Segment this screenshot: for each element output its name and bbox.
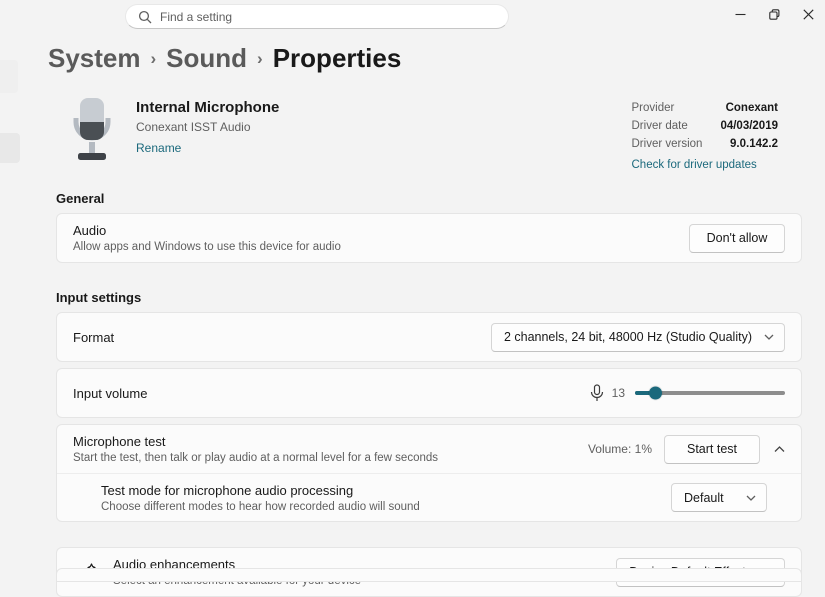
- general-heading: General: [56, 191, 105, 206]
- chevron-down-icon: [746, 495, 756, 501]
- chevron-down-icon: [764, 334, 774, 340]
- microphone-test-title: Microphone test: [73, 434, 166, 449]
- microphone-device-icon: [73, 98, 111, 160]
- test-mode-value: Default: [684, 490, 724, 505]
- driver-provider-label: Provider: [631, 102, 675, 114]
- driver-version-value: 9.0.142.2: [730, 138, 778, 150]
- format-card: Format 2 channels, 24 bit, 48000 Hz (Stu…: [56, 312, 802, 362]
- audio-permission-card: Audio Allow apps and Windows to use this…: [56, 213, 802, 263]
- format-label: Format: [73, 329, 115, 345]
- sidebar-clipped-item-selected: [0, 133, 20, 163]
- input-volume-slider[interactable]: [635, 385, 785, 401]
- input-settings-heading: Input settings: [56, 290, 142, 305]
- minimize-button[interactable]: [723, 0, 757, 28]
- audio-title: Audio: [73, 223, 107, 238]
- microphone-test-description: Start the test, then talk or play audio …: [73, 452, 439, 464]
- input-volume-card: Input volume 13: [56, 368, 802, 418]
- microphone-icon: [590, 383, 604, 403]
- driver-date-value: 04/03/2019: [720, 120, 778, 132]
- restore-button[interactable]: [757, 0, 791, 28]
- breadcrumb: System › Sound › Properties: [48, 40, 802, 75]
- search-box[interactable]: [125, 4, 509, 29]
- breadcrumb-sound[interactable]: Sound: [166, 42, 247, 74]
- breadcrumb-properties: Properties: [272, 42, 402, 73]
- test-mode-dropdown[interactable]: Default: [671, 483, 767, 512]
- breadcrumb-separator-icon: ›: [257, 49, 263, 68]
- test-mode-description: Choose different modes to hear how recor…: [101, 500, 420, 513]
- search-icon: [138, 10, 152, 23]
- rename-link[interactable]: Rename: [136, 141, 181, 155]
- test-mode-title: Test mode for microphone audio processin…: [101, 482, 354, 498]
- window-controls: [723, 0, 825, 28]
- input-volume-value: 13: [611, 386, 625, 400]
- breadcrumb-separator-icon: ›: [150, 49, 157, 68]
- next-card-peek: [56, 568, 802, 582]
- driver-info: Provider Conexant Driver date 04/03/2019…: [632, 101, 779, 173]
- device-subtitle: Conexant ISST Audio: [136, 120, 251, 134]
- format-dropdown[interactable]: 2 channels, 24 bit, 48000 Hz (Studio Qua…: [490, 322, 785, 352]
- close-icon: [802, 8, 814, 20]
- start-test-button[interactable]: Start test: [664, 434, 760, 464]
- audio-description: Allow apps and Windows to use this devic…: [73, 241, 341, 253]
- driver-provider-value: Conexant: [725, 102, 778, 114]
- driver-date-label: Driver date: [631, 120, 688, 132]
- breadcrumb-system[interactable]: System: [48, 42, 141, 74]
- minimize-icon: [735, 13, 745, 15]
- search-input[interactable]: [160, 9, 496, 24]
- collapse-expander[interactable]: [774, 445, 785, 453]
- driver-version-label: Driver version: [631, 138, 703, 150]
- microphone-test-card: Microphone test Start the test, then tal…: [56, 424, 802, 522]
- device-header: Internal Microphone Conexant ISST Audio …: [56, 97, 802, 173]
- input-volume-thumb[interactable]: [648, 386, 662, 400]
- chevron-up-icon: [774, 445, 785, 452]
- input-volume-label: Input volume: [73, 385, 148, 401]
- test-volume-readout: Volume: 1%: [587, 442, 652, 456]
- check-driver-updates-link[interactable]: Check for driver updates: [632, 158, 779, 173]
- restore-icon: [768, 8, 779, 20]
- sidebar-clipped-item: [0, 60, 18, 93]
- dont-allow-button[interactable]: Don't allow: [689, 223, 785, 253]
- device-name: Internal Microphone: [136, 99, 280, 116]
- format-value: 2 channels, 24 bit, 48000 Hz (Studio Qua…: [503, 330, 752, 344]
- close-button[interactable]: [791, 0, 825, 28]
